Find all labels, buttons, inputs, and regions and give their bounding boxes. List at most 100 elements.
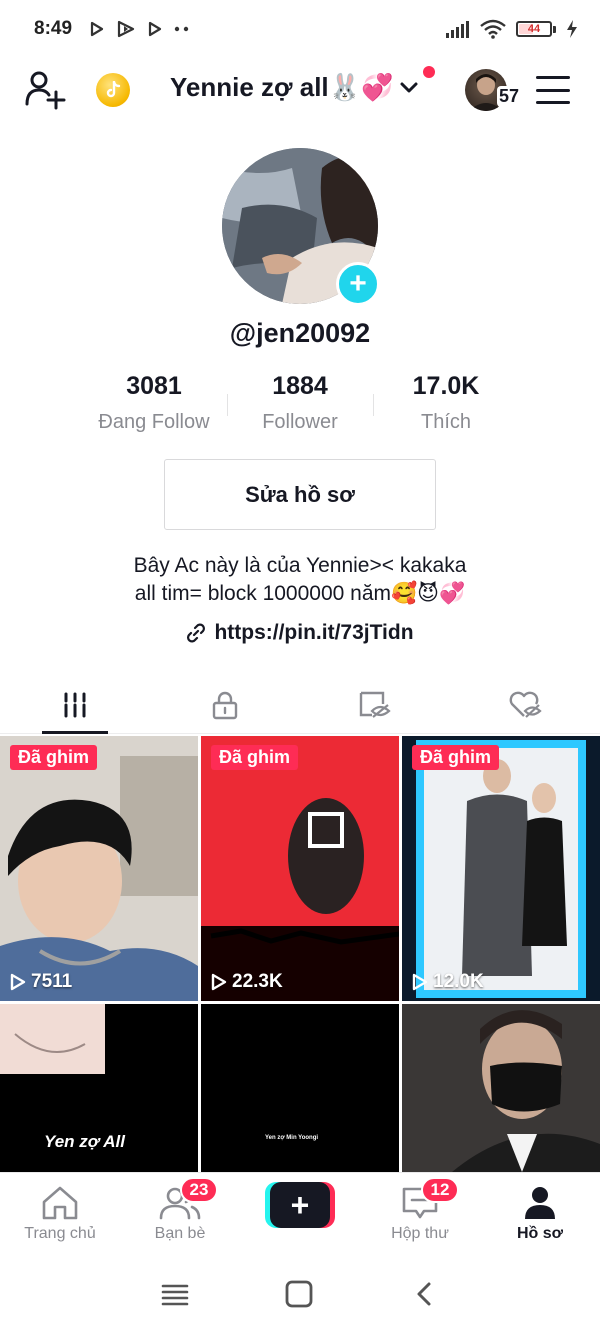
menu-icon-bar — [536, 101, 570, 104]
view-count: 7511 — [10, 971, 72, 993]
friends-badge: 23 — [180, 1177, 218, 1203]
notification-icons — [90, 20, 190, 38]
nav-profile[interactable]: Hồ sơ — [480, 1173, 600, 1255]
nav-friends-label: Bạn bè — [154, 1225, 206, 1242]
lock-icon — [212, 691, 238, 720]
following-label: Đang Follow — [98, 411, 210, 433]
view-count-value: 12.0K — [433, 971, 484, 992]
back-system-button[interactable] — [404, 1276, 444, 1312]
video-thumbnail[interactable]: Đã ghim 7511 — [0, 736, 198, 1001]
video-thumbnail-image — [201, 736, 399, 1001]
home-square-icon — [285, 1280, 313, 1308]
plus-icon: + — [349, 267, 367, 300]
edit-profile-button[interactable]: Sửa hồ sơ — [164, 459, 436, 530]
nav-inbox[interactable]: Hộp thư — [360, 1173, 480, 1255]
hidden-reposts-icon — [359, 691, 391, 718]
view-count-value: 7511 — [31, 971, 73, 992]
status-time: 8:49 — [34, 18, 73, 39]
create-video-button[interactable]: + — [265, 1182, 335, 1228]
tiktok-coin-icon — [106, 81, 121, 98]
video-thumbnail[interactable]: Đã ghim 22.3K — [201, 736, 399, 1001]
chevron-down-icon — [400, 82, 418, 92]
profile-header: Yennie zợ all🐰💞 57 — [0, 62, 600, 118]
bottom-navigation: Trang chủ Bạn bè 23 + Hộp thư 12 Hồ sơ — [0, 1172, 600, 1254]
status-bar: 8:49 44 — [0, 0, 600, 58]
play-icon — [211, 973, 227, 991]
video-thumbnail-image — [0, 736, 198, 1001]
pinned-badge: Đã ghim — [211, 745, 299, 770]
video-thumbnail-image — [402, 736, 600, 1001]
battery-icon: 44 — [516, 21, 556, 37]
add-friend-button[interactable] — [24, 68, 68, 112]
pinned-badge: Đã ghim — [412, 745, 500, 770]
profile-stats: 3081 Đang Follow 1884 Follower 17.0K Thí… — [0, 372, 600, 442]
account-switcher[interactable]: Yennie zợ all🐰💞 — [170, 72, 419, 103]
bio: Bây Ac này là của Yennie>< kakaka all ti… — [0, 552, 600, 608]
create-plus-icon: + — [270, 1182, 330, 1228]
tab-liked[interactable] — [450, 676, 600, 734]
tab-reposts[interactable] — [300, 676, 450, 734]
video-thumbnail[interactable] — [402, 1004, 600, 1172]
video-thumbnail[interactable]: Yen zợ Min Yoongi — [201, 1004, 399, 1172]
nav-home[interactable]: Trang chủ — [0, 1173, 120, 1255]
video-thumbnail[interactable]: Đã ghim 12.0K — [402, 736, 600, 1001]
profile-icon — [525, 1187, 555, 1219]
wifi-icon — [480, 19, 506, 39]
view-count: 22.3K — [211, 971, 283, 993]
play-notification-icon — [148, 21, 162, 37]
coins-button[interactable] — [96, 73, 130, 107]
active-tab-indicator — [42, 731, 108, 734]
video-grid: Đã ghim 7511 Đã ghim 22.3K Đã ghim 12.0K… — [0, 736, 600, 1172]
charging-icon — [567, 20, 577, 38]
video-caption: Yen zợ Min Yoongi — [265, 1135, 319, 1141]
inbox-badge: 12 — [421, 1177, 459, 1203]
media-notification-icon — [117, 20, 135, 38]
menu-icon-bar — [536, 88, 570, 92]
notification-dot — [423, 66, 435, 78]
bio-line: all tim= block 1000000 năm🥰😈💞 — [134, 582, 466, 605]
nav-inbox-label: Hộp thư — [391, 1225, 449, 1242]
followers-label: Follower — [262, 411, 338, 433]
nav-home-label: Trang chủ — [24, 1225, 96, 1242]
likes-stat[interactable]: 17.0K Thích — [371, 372, 521, 434]
menu-button[interactable] — [536, 76, 570, 104]
video-thumbnail-image — [402, 1004, 600, 1172]
add-avatar-button[interactable]: + — [336, 262, 380, 306]
likes-count: 17.0K — [412, 372, 480, 400]
play-store-notification-icon — [90, 21, 104, 37]
friend-count: 57 — [497, 86, 522, 107]
view-count-value: 22.3K — [232, 971, 283, 992]
signal-icon — [446, 21, 469, 38]
following-count: 3081 — [126, 372, 182, 400]
followers-count: 1884 — [272, 372, 328, 400]
more-notifications-icon — [174, 26, 189, 32]
bio-link-text: https://pin.it/73jTidn — [214, 621, 414, 644]
link-icon — [187, 623, 206, 643]
bio-link[interactable]: https://pin.it/73jTidn — [0, 621, 600, 645]
recent-apps-icon — [161, 1284, 189, 1306]
view-count: 12.0K — [412, 971, 484, 993]
hidden-likes-icon — [509, 691, 542, 718]
add-user-icon — [25, 71, 66, 110]
pinned-badge: Đã ghim — [10, 745, 98, 770]
back-chevron-icon — [417, 1282, 431, 1306]
username: @jen20092 — [229, 318, 371, 348]
home-icon — [42, 1186, 78, 1220]
play-icon — [412, 973, 428, 991]
video-thumbnail[interactable]: Yen zợ All — [0, 1004, 198, 1172]
grid-videos-icon — [64, 692, 86, 718]
account-name: Yennie zợ all🐰💞 — [170, 72, 394, 102]
video-caption: Yen zợ All — [44, 1132, 125, 1151]
nav-profile-label: Hồ sơ — [516, 1225, 564, 1242]
home-system-button[interactable] — [279, 1276, 319, 1312]
content-tabs — [0, 676, 600, 734]
menu-icon-bar — [536, 76, 570, 79]
bio-line: Bây Ac này là của Yennie>< kakaka — [133, 554, 467, 577]
tab-videos[interactable] — [0, 676, 150, 734]
likes-label: Thích — [420, 411, 472, 433]
recent-apps-button[interactable] — [155, 1276, 195, 1312]
following-stat[interactable]: 3081 Đang Follow — [79, 372, 229, 434]
system-navigation — [0, 1254, 600, 1333]
followers-stat[interactable]: 1884 Follower — [225, 372, 375, 434]
tab-private[interactable] — [150, 676, 300, 734]
